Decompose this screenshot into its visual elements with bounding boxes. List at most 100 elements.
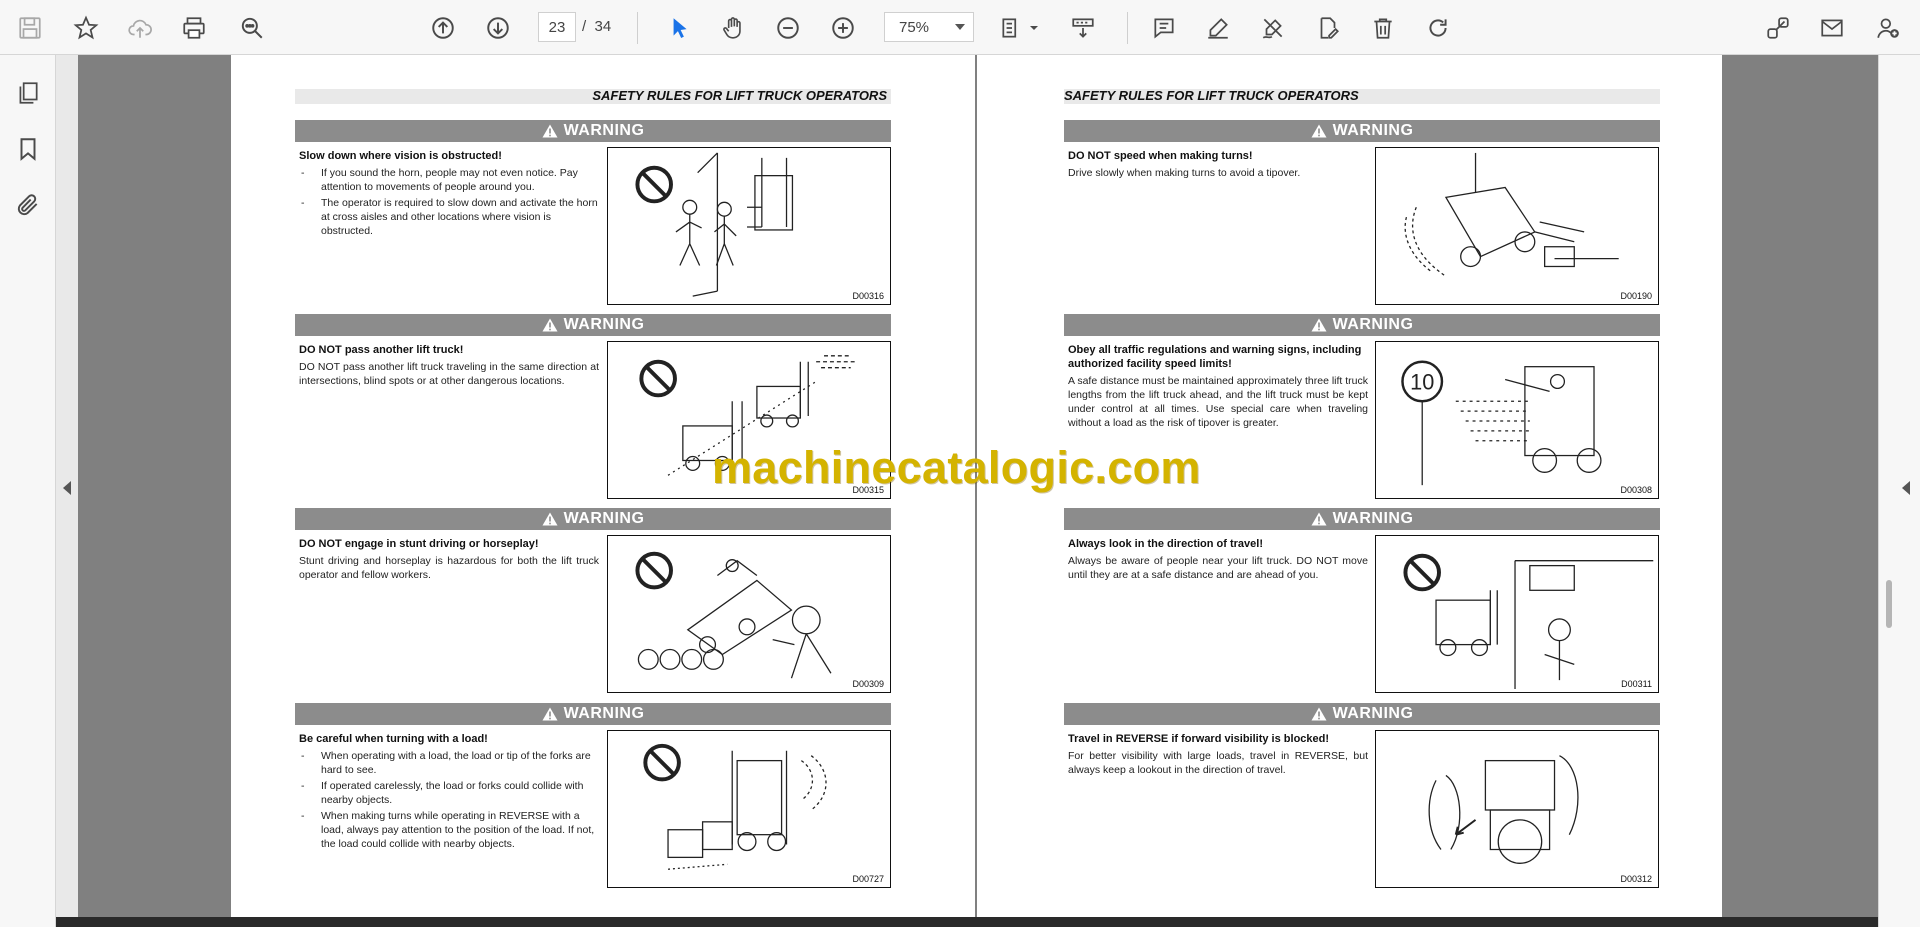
rotate-redo-icon[interactable]: [1422, 12, 1454, 44]
figure-code: D00311: [1621, 679, 1652, 689]
figure-code: D00190: [1620, 291, 1652, 301]
section-body: - When operating with a load, the load or…: [299, 749, 599, 853]
warning-triangle-icon: [1311, 512, 1327, 526]
section-title: DO NOT pass another lift truck!: [299, 344, 464, 356]
star-icon[interactable]: [70, 12, 102, 44]
right-panel-expand-icon[interactable]: [1902, 481, 1910, 495]
left-panel-collapse-icon[interactable]: [63, 481, 71, 495]
page-thumbnails-icon[interactable]: [12, 77, 44, 109]
warning-triangle-icon: [542, 707, 558, 721]
figure-code: D00309: [852, 679, 884, 689]
bottom-bar: [56, 917, 1878, 927]
cloud-upload-icon[interactable]: [124, 12, 156, 44]
zoom-out-icon[interactable]: [772, 12, 804, 44]
figure-code: D00312: [1620, 874, 1652, 884]
section-body: Stunt driving and horseplay is hazardous…: [299, 555, 599, 581]
delete-trash-icon[interactable]: [1367, 12, 1399, 44]
section-title: DO NOT speed when making turns!: [1068, 150, 1253, 162]
draw-freehand-icon[interactable]: [1257, 12, 1289, 44]
chevron-down-icon: [955, 24, 965, 30]
prohibited-icon: [635, 551, 673, 590]
section-body: For better visibility with large loads, …: [1068, 750, 1368, 776]
zoom-in-icon[interactable]: [827, 12, 859, 44]
warning-banner: WARNING: [1064, 508, 1660, 530]
section-title: Obey all traffic regulations and warning…: [1068, 344, 1362, 370]
document-viewer: SAFETY RULES FOR LIFT TRUCK OPERATORS WA…: [78, 55, 1878, 917]
section-title: Slow down where vision is obstructed!: [299, 150, 502, 162]
toolbar-divider: [1127, 12, 1128, 44]
email-icon[interactable]: [1816, 12, 1848, 44]
illustration-figure: D00190: [1375, 147, 1659, 305]
warning-triangle-icon: [1311, 124, 1327, 138]
prohibited-icon: [1403, 553, 1441, 592]
illustration-figure: D00727: [607, 730, 891, 888]
warning-triangle-icon: [542, 512, 558, 526]
scroll-mode-icon[interactable]: [1067, 12, 1099, 44]
section-title: Always look in the direction of travel!: [1068, 538, 1263, 550]
section-body: Drive slowly when making turns to avoid …: [1068, 167, 1301, 179]
bullet-item: - The operator is required to slow down a…: [301, 197, 598, 237]
page-fit-icon[interactable]: [996, 12, 1028, 44]
warning-triangle-icon: [1311, 707, 1327, 721]
select-cursor-icon[interactable]: [663, 12, 695, 44]
hand-tool-icon[interactable]: [717, 12, 749, 44]
warning-banner: WARNING: [1064, 314, 1660, 336]
warning-banner: WARNING: [295, 314, 891, 336]
section-body: Always be aware of people near your lift…: [1068, 555, 1368, 581]
share-link-icon[interactable]: [1762, 12, 1794, 44]
illustration-figure: D00311: [1375, 535, 1659, 693]
figure-code: D00308: [1620, 485, 1652, 495]
page-header-title: SAFETY RULES FOR LIFT TRUCK OPERATORS: [592, 88, 887, 103]
section-body: DO NOT pass another lift truck traveling…: [299, 361, 599, 387]
sign-number: 10: [1410, 369, 1434, 394]
bullet-item: - When operating with a load, the load or…: [301, 750, 591, 776]
bullet-item: - If you sound the horn, people may not e…: [301, 167, 578, 193]
bullet-item: - When making turns while operating in RE…: [301, 810, 595, 850]
right-sidebar: [1878, 55, 1920, 927]
top-toolbar: / 34 75%: [0, 0, 1920, 55]
comment-icon[interactable]: [1148, 12, 1180, 44]
warning-banner: WARNING: [1064, 703, 1660, 725]
prohibited-icon: [635, 165, 673, 204]
section-body: - If you sound the horn, people may not e…: [299, 166, 599, 240]
page-fit-dropdown-icon[interactable]: [1027, 12, 1041, 44]
warning-banner: WARNING: [295, 508, 891, 530]
watermark-text: machinecatalogic.com: [712, 442, 1201, 493]
zoom-search-icon[interactable]: [236, 12, 268, 44]
attachment-icon[interactable]: [12, 189, 44, 221]
save-icon[interactable]: [14, 12, 46, 44]
page-down-icon[interactable]: [482, 12, 514, 44]
figure-code: D00727: [852, 874, 884, 884]
prohibited-icon: [643, 743, 681, 782]
warning-banner: WARNING: [1064, 120, 1660, 142]
highlight-pen-icon[interactable]: [1202, 12, 1234, 44]
warning-triangle-icon: [542, 124, 558, 138]
bullet-item: - If operated carelessly, the load or for…: [301, 780, 584, 806]
zoom-select[interactable]: 75%: [884, 12, 974, 42]
warning-banner: WARNING: [295, 120, 891, 142]
section-title: Be careful when turning with a load!: [299, 733, 488, 745]
warning-banner: WARNING: [295, 703, 891, 725]
illustration-figure: 10 D00308: [1375, 341, 1659, 499]
print-icon[interactable]: [178, 12, 210, 44]
section-body: A safe distance must be maintained appro…: [1068, 375, 1368, 429]
page-number-input[interactable]: [538, 12, 576, 42]
vertical-scrollbar[interactable]: [1886, 580, 1892, 628]
edit-pdf-icon[interactable]: [1312, 12, 1344, 44]
illustration-figure: D00312: [1375, 730, 1659, 888]
section-title: DO NOT engage in stunt driving or horsep…: [299, 538, 539, 550]
figure-code: D00316: [852, 291, 884, 301]
page-up-icon[interactable]: [427, 12, 459, 44]
left-sidebar: [0, 55, 56, 927]
section-title: Travel in REVERSE if forward visibility …: [1068, 733, 1330, 745]
illustration-figure: D00309: [607, 535, 891, 693]
page-total: / 34: [582, 18, 612, 35]
prohibited-icon: [639, 359, 677, 398]
warning-triangle-icon: [1311, 318, 1327, 332]
add-user-icon[interactable]: [1872, 12, 1904, 44]
page-header-title: SAFETY RULES FOR LIFT TRUCK OPERATORS: [1064, 88, 1359, 103]
toolbar-divider: [637, 12, 638, 44]
warning-triangle-icon: [542, 318, 558, 332]
bookmark-icon[interactable]: [12, 133, 44, 165]
illustration-figure: D00316: [607, 147, 891, 305]
